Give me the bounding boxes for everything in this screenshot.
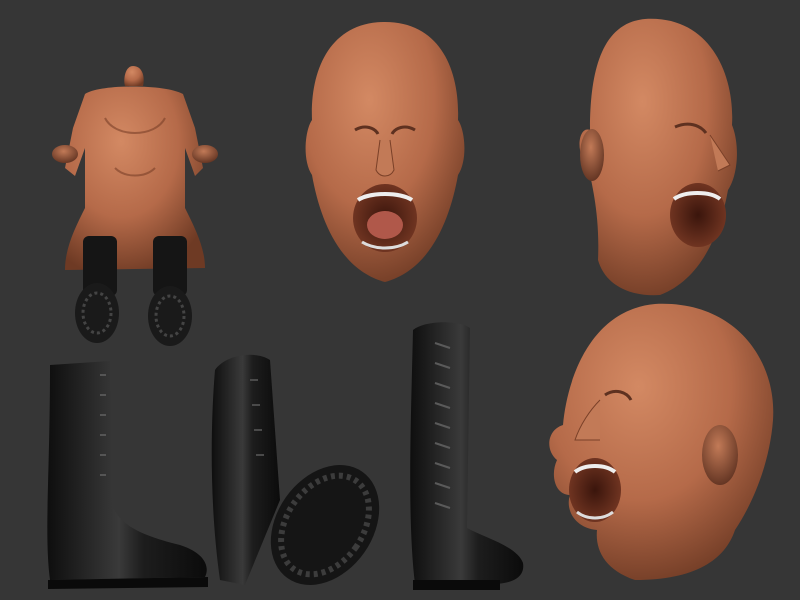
sculpt-render-canvas xyxy=(0,0,800,600)
boot-sole-render xyxy=(211,354,380,585)
head-profile-render xyxy=(549,303,774,580)
left-hand xyxy=(52,145,78,163)
ear xyxy=(580,129,604,181)
seated-body-render xyxy=(52,66,218,346)
boot-side-render xyxy=(47,361,208,589)
boot-front-render xyxy=(410,322,524,590)
right-hand xyxy=(192,145,218,163)
head-front-render xyxy=(305,22,465,282)
ear xyxy=(702,425,738,485)
head-three-quarter-render xyxy=(579,18,737,296)
